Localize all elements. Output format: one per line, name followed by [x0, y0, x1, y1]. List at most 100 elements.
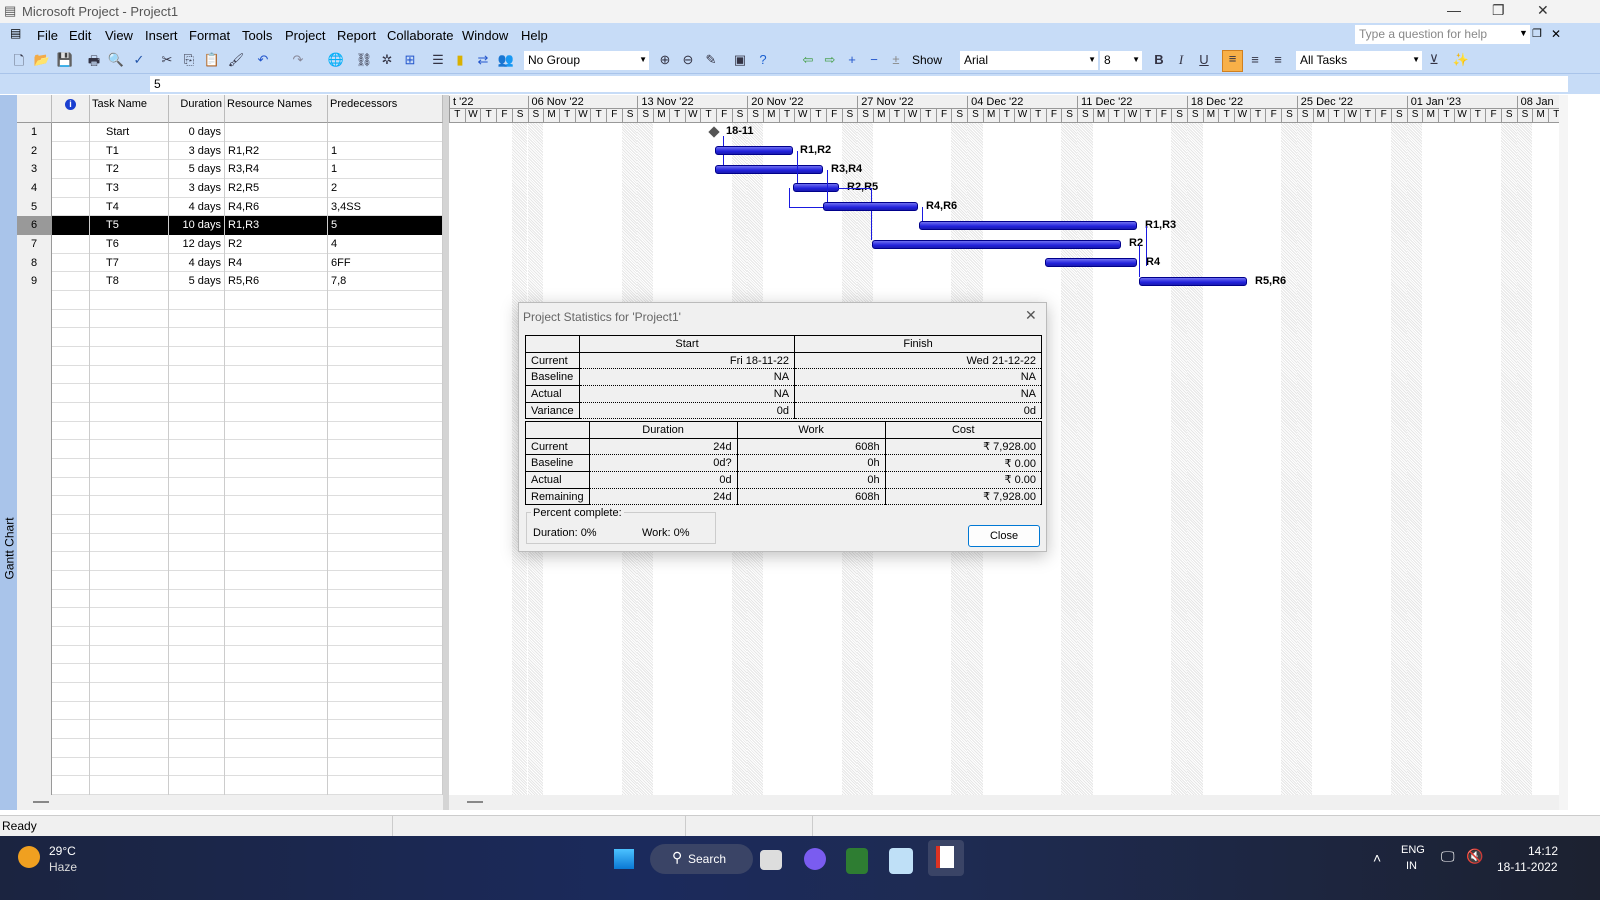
resource-names-cell[interactable]: [225, 757, 328, 777]
zoom-in-icon[interactable]: ⊕: [656, 52, 674, 70]
table-row[interactable]: [17, 496, 443, 516]
filter-select[interactable]: All Tasks ▼: [1296, 51, 1422, 70]
table-row[interactable]: [17, 533, 443, 553]
table-row[interactable]: [17, 328, 443, 348]
duration-cell[interactable]: [169, 533, 225, 553]
row-number[interactable]: [17, 720, 52, 740]
resource-names-cell[interactable]: [225, 720, 328, 740]
indicator-cell[interactable]: [52, 365, 90, 385]
hide-subtasks-icon[interactable]: −: [865, 52, 883, 70]
duration-cell[interactable]: [169, 757, 225, 777]
menu-report[interactable]: Report: [337, 28, 376, 43]
document-icon[interactable]: ▤: [10, 26, 21, 40]
duration-cell[interactable]: [169, 739, 225, 758]
weather-desc[interactable]: Haze: [49, 860, 77, 874]
row-number[interactable]: 7: [17, 235, 52, 254]
close-doc-button[interactable]: ✕: [1551, 27, 1561, 41]
save-icon[interactable]: 💾: [56, 52, 74, 70]
row-number[interactable]: 4: [17, 179, 52, 198]
row-number[interactable]: [17, 627, 52, 646]
indicator-cell[interactable]: [52, 739, 90, 758]
unlink-tasks-icon[interactable]: ✲: [378, 52, 396, 70]
duration-cell[interactable]: [169, 347, 225, 366]
resource-names-cell[interactable]: [225, 365, 328, 385]
indicator-cell[interactable]: [52, 459, 90, 478]
table-row[interactable]: [17, 552, 443, 572]
new-icon[interactable]: 🗋: [10, 52, 28, 70]
help-dropdown-icon[interactable]: ▼: [1519, 28, 1528, 38]
row-number[interactable]: [17, 757, 52, 777]
group-select[interactable]: No Group ▼: [524, 51, 649, 70]
indicator-cell[interactable]: [52, 683, 90, 702]
predecessors-cell[interactable]: [328, 552, 443, 572]
menu-window[interactable]: Window: [462, 28, 508, 43]
link-tasks-icon[interactable]: ⛓: [355, 52, 373, 70]
resource-names-cell[interactable]: [225, 739, 328, 758]
redo-icon[interactable]: ↷: [289, 52, 307, 70]
task-name-cell[interactable]: [90, 683, 169, 702]
row-number[interactable]: [17, 683, 52, 702]
task-bar-t2[interactable]: [715, 165, 823, 174]
table-row[interactable]: 3 T2 5 days R3,R4 1: [17, 160, 443, 179]
entry-field[interactable]: 5: [150, 76, 1568, 92]
table-row[interactable]: 8 T7 4 days R4 6FF: [17, 253, 443, 273]
row-number[interactable]: 6: [17, 216, 52, 235]
indicator-cell[interactable]: [52, 701, 90, 721]
column-header-resource-names[interactable]: Resource Names: [225, 95, 328, 123]
open-icon[interactable]: 📂: [33, 52, 51, 70]
duration-cell[interactable]: [169, 683, 225, 702]
monitor-app-icon[interactable]: [889, 848, 913, 874]
row-number[interactable]: [17, 496, 52, 516]
row-number[interactable]: [17, 384, 52, 404]
predecessors-cell[interactable]: [328, 533, 443, 553]
duration-cell[interactable]: [169, 384, 225, 404]
indicator-cell[interactable]: [52, 776, 90, 795]
teams-chat-icon[interactable]: [804, 848, 826, 870]
outdent-icon[interactable]: ⇦: [799, 52, 817, 70]
column-header-task-name[interactable]: Task Name: [90, 95, 169, 123]
row-number[interactable]: [17, 552, 52, 572]
predecessors-cell[interactable]: [328, 664, 443, 684]
duration-cell[interactable]: 3 days: [169, 179, 225, 198]
minimize-button[interactable]: —: [1447, 2, 1461, 18]
indicator-cell[interactable]: [52, 141, 90, 161]
task-name-cell[interactable]: [90, 739, 169, 758]
duration-cell[interactable]: [169, 421, 225, 441]
indicator-cell[interactable]: [52, 720, 90, 740]
row-number[interactable]: 3: [17, 160, 52, 179]
indicator-cell[interactable]: [52, 571, 90, 590]
resource-names-cell[interactable]: R5,R6: [225, 272, 328, 292]
predecessors-cell[interactable]: 7,8: [328, 272, 443, 292]
row-number[interactable]: [17, 403, 52, 422]
row-number[interactable]: [17, 664, 52, 684]
table-row[interactable]: 1 Start 0 days: [17, 123, 443, 142]
indicator-cell[interactable]: [52, 253, 90, 273]
cut-icon[interactable]: ✂: [158, 52, 176, 70]
predecessors-cell[interactable]: [328, 645, 443, 665]
table-row[interactable]: [17, 608, 443, 628]
zoom-out-icon[interactable]: ⊖: [679, 52, 697, 70]
align-left-button[interactable]: ≡: [1222, 50, 1243, 72]
table-row[interactable]: [17, 421, 443, 441]
predecessors-cell[interactable]: [328, 403, 443, 422]
duration-cell[interactable]: [169, 608, 225, 628]
row-number[interactable]: [17, 291, 52, 310]
search-button[interactable]: ⚲ Search: [650, 844, 753, 874]
copy-icon[interactable]: ⎘: [180, 52, 198, 70]
close-window-button[interactable]: ✕: [1537, 2, 1549, 19]
predecessors-cell[interactable]: 2: [328, 179, 443, 198]
indicator-cell[interactable]: [52, 645, 90, 665]
table-row[interactable]: [17, 683, 443, 702]
resource-names-cell[interactable]: R4: [225, 253, 328, 273]
menu-tools[interactable]: Tools: [242, 28, 272, 43]
assign-resources-icon[interactable]: ⇄: [474, 52, 492, 70]
predecessors-cell[interactable]: [328, 440, 443, 460]
predecessors-cell[interactable]: [328, 421, 443, 441]
indicator-cell[interactable]: [52, 197, 90, 217]
table-row[interactable]: 6 T5 10 days R1,R3 5: [17, 216, 443, 235]
predecessors-cell[interactable]: [328, 365, 443, 385]
duration-cell[interactable]: [169, 515, 225, 534]
gantt-horizontal-scrollbar[interactable]: [449, 795, 1559, 810]
print-icon[interactable]: 🖶: [85, 52, 103, 70]
row-number[interactable]: [17, 477, 52, 497]
